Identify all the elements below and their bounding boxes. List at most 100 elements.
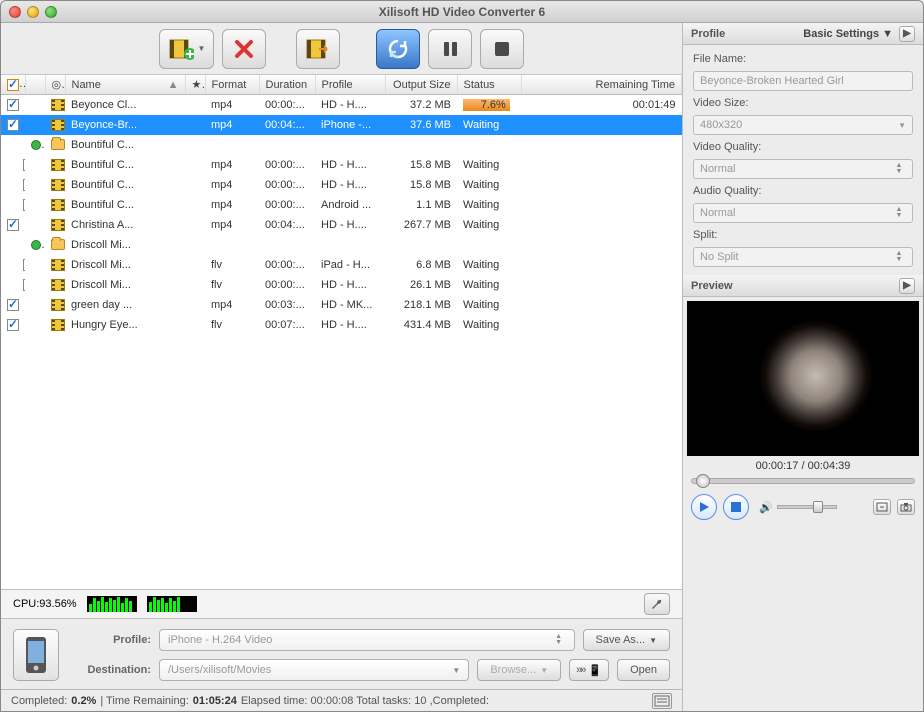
film-icon [51,179,65,191]
volume-icon: 🔊 [759,501,773,514]
filename-field[interactable]: Beyonce-Broken Hearted Girl [693,71,913,91]
refresh-button[interactable] [376,29,420,69]
basic-settings-dropdown[interactable]: Basic Settings▼ [803,28,893,40]
profile-section-header: Profile Basic Settings▼ ▶ [683,23,923,45]
window-title: Xilisoft HD Video Converter 6 [1,5,923,19]
row-checkbox[interactable] [7,319,19,331]
film-icon [51,99,65,111]
col-output-size[interactable]: Output Size [385,75,457,95]
video-preview[interactable] [687,301,919,456]
film-icon [51,159,65,171]
destination-label: Destination: [71,664,151,676]
timecode-label: 00:00:17 / 00:04:39 [687,460,919,472]
table-row[interactable]: Beyonce-Br...mp400:04:...iPhone -...37.6… [1,115,682,135]
export-button[interactable]: »»📱 [569,659,609,681]
row-checkbox[interactable] [23,159,25,171]
table-row[interactable]: Driscoll Mi...flv00:00:...iPad - H...6.8… [1,255,682,275]
main-toolbar: ▼ [1,23,682,75]
row-checkbox[interactable] [23,259,25,271]
bottom-panel: Profile: iPhone - H.264 Video ▲▼ Save As… [1,619,682,689]
titlebar: Xilisoft HD Video Converter 6 [1,1,923,23]
table-row[interactable]: Beyonce Cl...mp400:00:...HD - H....37.2 … [1,95,682,115]
col-remaining[interactable]: Remaining Time [521,75,682,95]
col-spacer1[interactable] [25,75,45,95]
pause-button[interactable] [428,29,472,69]
film-icon [51,299,65,311]
settings-icon-button[interactable] [644,593,670,615]
table-row[interactable]: Bountiful C...mp400:00:...HD - H....15.8… [1,175,682,195]
device-icon [13,629,59,681]
row-checkbox[interactable] [23,179,25,191]
snapshot-icon[interactable] [897,499,915,515]
col-format[interactable]: Format [205,75,259,95]
split-field[interactable]: No Split▲▼ [693,247,913,267]
col-duration[interactable]: Duration [259,75,315,95]
audioquality-field[interactable]: Normal▲▼ [693,203,913,223]
group-expand-icon[interactable] [31,140,41,150]
filename-label: File Name: [693,53,913,65]
cpu-meter-2 [147,596,197,612]
audioquality-label: Audio Quality: [693,185,913,197]
table-row[interactable]: green day ...mp400:03:...HD - MK...218.1… [1,295,682,315]
row-checkbox[interactable] [7,299,19,311]
row-checkbox[interactable] [7,99,19,111]
destination-field[interactable]: /Users/xilisoft/Movies ▼ [159,659,469,681]
profile-label: Profile: [71,634,151,646]
browse-button[interactable]: Browse...▼ [477,659,561,681]
folder-icon [51,239,65,250]
videosize-label: Video Size: [693,97,913,109]
film-icon [51,259,65,271]
fullscreen-icon[interactable] [873,499,891,515]
cpu-label: CPU:93.56% [13,598,77,610]
col-profile[interactable]: Profile [315,75,385,95]
film-icon [51,199,65,211]
volume-control[interactable]: 🔊 [759,501,837,514]
preview-expand-icon[interactable]: ▶ [899,278,915,294]
remove-button[interactable] [222,29,266,69]
group-expand-icon[interactable] [31,240,41,250]
film-icon [51,119,65,131]
add-files-button[interactable]: ▼ [159,29,215,69]
save-as-button[interactable]: Save As...▼ [583,629,670,651]
play-button[interactable] [691,494,717,520]
col-status[interactable]: Status [457,75,521,95]
folder-icon [51,139,65,150]
open-button[interactable]: Open [617,659,670,681]
film-icon [51,279,65,291]
table-row[interactable]: Christina A...mp400:04:...HD - H....267.… [1,215,682,235]
cpu-bar: CPU:93.56% [1,589,682,619]
table-row[interactable]: Hungry Eye...flv00:07:...HD - H....431.4… [1,315,682,335]
col-disc[interactable]: ◎ [45,75,65,95]
row-checkbox[interactable] [7,119,19,131]
profile-combo[interactable]: iPhone - H.264 Video ▲▼ [159,629,575,651]
table-header-row: ◎ Name ▲ ★ Format Duration Profile Outpu… [1,75,682,95]
col-check[interactable] [1,75,25,95]
table-row[interactable]: Driscoll Mi... [1,235,682,255]
convert-button[interactable] [296,29,340,69]
player-stop-button[interactable] [723,494,749,520]
table-row[interactable]: Bountiful C...mp400:00:...HD - H....15.8… [1,155,682,175]
cpu-meter [87,596,137,612]
status-bar: Completed: 0.2% | Time Remaining: 01:05:… [1,689,682,711]
table-row[interactable]: Bountiful C... [1,135,682,155]
film-icon [51,219,65,231]
updown-icon: ▲▼ [552,634,566,646]
stop-button[interactable] [480,29,524,69]
profile-expand-icon[interactable]: ▶ [899,26,915,42]
videoquality-label: Video Quality: [693,141,913,153]
row-checkbox[interactable] [23,279,25,291]
table-row[interactable]: Driscoll Mi...flv00:00:...HD - H....26.1… [1,275,682,295]
row-checkbox[interactable] [23,199,25,211]
row-checkbox[interactable] [7,219,19,231]
videoquality-field[interactable]: Normal▲▼ [693,159,913,179]
videosize-field[interactable]: 480x320▼ [693,115,913,135]
log-icon[interactable] [652,693,672,709]
col-name[interactable]: Name ▲ [65,75,185,95]
table-row[interactable]: Bountiful C...mp400:00:...Android ...1.1… [1,195,682,215]
preview-section-header: Preview ▶ [683,275,923,297]
film-icon [51,319,65,331]
file-list-table[interactable]: ◎ Name ▲ ★ Format Duration Profile Outpu… [1,75,682,335]
col-star[interactable]: ★ [185,75,205,95]
seek-slider[interactable] [691,478,915,484]
split-label: Split: [693,229,913,241]
